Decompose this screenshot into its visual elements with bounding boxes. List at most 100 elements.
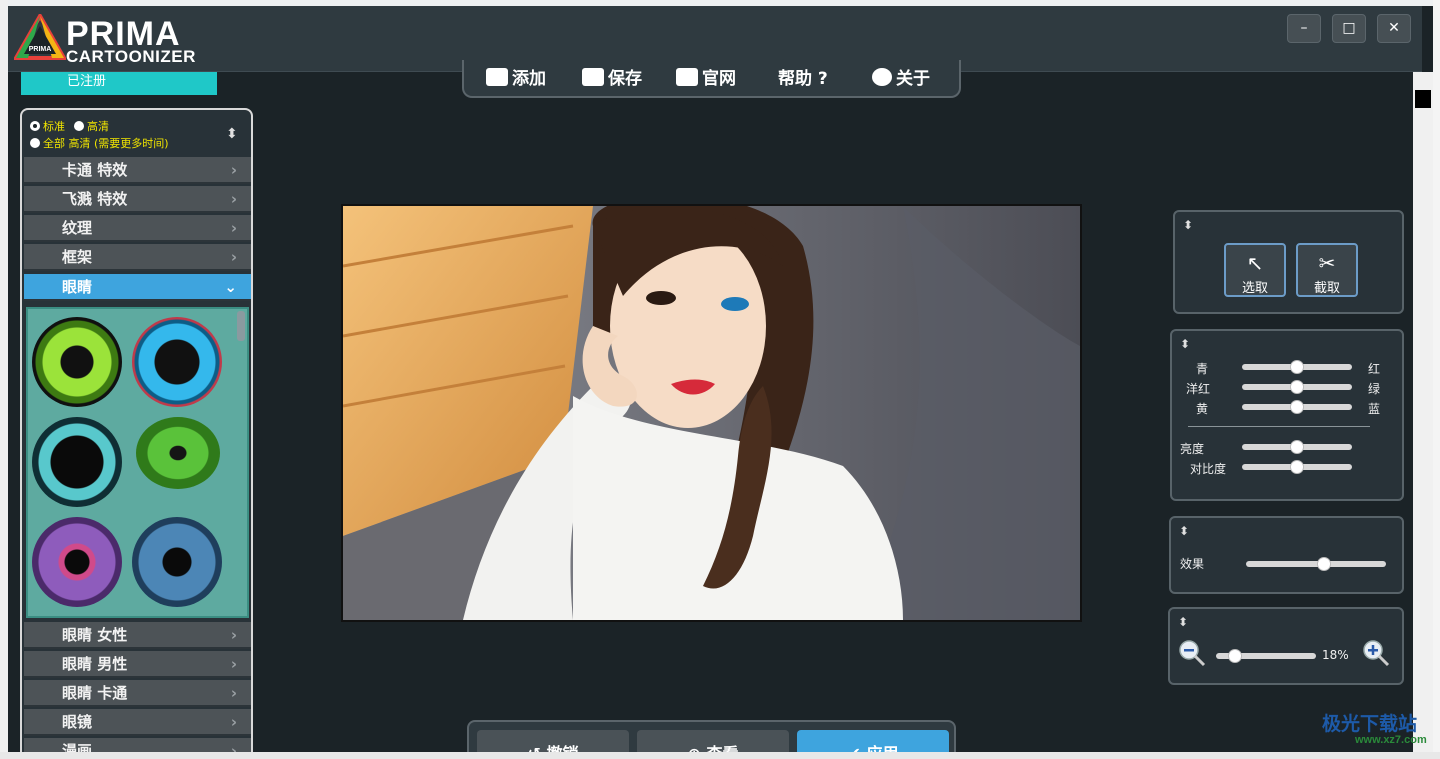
chevron-right-icon: › [230,684,237,702]
cyan-label: 青 [1196,362,1209,376]
quality-all-hd-option[interactable]: 全部 高清 (需要更多时间) [30,135,169,151]
category-eyes[interactable]: 眼睛 ⌄ [24,274,251,301]
quality-hd-option[interactable]: 高清 [74,118,109,134]
category-splash-effects[interactable]: 飞溅 特效 › [24,186,251,213]
category-label: 飞溅 特效 [62,190,128,208]
close-icon: ✕ [1388,20,1400,36]
pin-icon[interactable]: ⬍ [226,126,238,142]
category-female-eyes[interactable]: 眼睛 女性 › [24,622,251,649]
pin-icon[interactable]: ⬍ [1179,524,1189,538]
brightness-slider-knob[interactable] [1290,440,1304,454]
info-icon [872,68,892,86]
quality-all-hd-label: 全部 高清 (需要更多时间) [43,137,169,150]
chevron-down-icon: ⌄ [224,278,237,296]
eye-thumbnail-green-reptile[interactable] [136,417,220,489]
website-label: 官网 [702,69,736,89]
prima-logo-icon: PRIMA [14,14,66,60]
zoom-percent: 18% [1322,648,1349,662]
cyan-red-slider-knob[interactable] [1290,360,1304,374]
effect-slider-knob[interactable] [1317,557,1331,571]
chevron-right-icon: › [230,161,237,179]
quality-standard-option[interactable]: 标准 [30,118,65,134]
eye-thumbnail-green-cat[interactable] [32,317,122,407]
category-label: 眼睛 男性 [62,655,128,673]
save-label: 保存 [608,69,642,89]
yellow-blue-slider-knob[interactable] [1290,400,1304,414]
eye-thumbnail-purple-iris[interactable] [32,517,122,607]
website-icon [676,68,698,86]
category-texture[interactable]: 纹理 › [24,215,251,242]
minimize-icon: – [1300,20,1308,36]
website-button[interactable]: 官网 [676,64,736,89]
eye-thumbnail-blue-glossy[interactable] [132,317,222,407]
about-button[interactable]: 关于 [872,64,930,89]
pin-icon[interactable]: ⬍ [1178,615,1188,629]
brightness-label: 亮度 [1180,442,1205,456]
logo-badge-text: PRIMA [29,46,52,53]
help-button[interactable]: 帮助 ? [778,64,828,89]
blue-label: 蓝 [1368,402,1381,416]
radio-icon [74,121,84,131]
watermark-url: www.xz7.com [1355,734,1427,746]
category-label: 眼睛 卡通 [62,684,128,702]
zoom-slider-knob[interactable] [1228,649,1242,663]
effect-label: 效果 [1180,557,1205,571]
crop-label: 截取 [1313,281,1340,296]
category-male-eyes[interactable]: 眼睛 男性 › [24,651,251,678]
crop-button[interactable]: ✂ 截取 [1296,243,1358,297]
zoom-in-button[interactable] [1362,639,1390,667]
divider [1188,426,1370,427]
window-scrollbar[interactable] [1413,72,1433,752]
registered-label: 已注册 [67,74,107,89]
category-cartoon-effects[interactable]: 卡通 特效 › [24,157,251,184]
cursor-arrow-icon: ↖ [1246,251,1264,275]
category-frame[interactable]: 框架 › [24,244,251,271]
add-image-icon [486,68,508,86]
yellow-label: 黄 [1196,402,1209,416]
chevron-right-icon: › [230,219,237,237]
category-label: 卡通 特效 [62,161,128,179]
image-canvas[interactable] [341,204,1082,622]
quality-standard-label: 标准 [43,120,65,133]
maximize-icon: □ [1342,20,1356,36]
category-glasses[interactable]: 眼镜 › [24,709,251,736]
effect-slider[interactable] [1246,561,1386,567]
green-label: 绿 [1368,382,1381,396]
magenta-green-slider-knob[interactable] [1290,380,1304,394]
chevron-right-icon: › [230,713,237,731]
zoom-in-icon [1363,640,1390,667]
contrast-label: 对比度 [1190,462,1227,476]
eye-grid-scrollbar[interactable] [237,311,245,341]
contrast-slider-knob[interactable] [1290,460,1304,474]
eye-thumbnail-grid [26,307,249,618]
effect-strength-panel: ⬍ 效果 [1169,516,1404,594]
category-cartoon-eyes[interactable]: 眼睛 卡通 › [24,680,251,707]
close-button[interactable]: ✕ [1377,14,1411,43]
zoom-out-button[interactable] [1178,639,1206,667]
magenta-label: 洋红 [1186,382,1211,396]
pin-icon[interactable]: ⬍ [1180,337,1190,351]
effects-panel: 标准 高清 全部 高清 (需要更多时间) ⬍ 卡通 特效 › 飞溅 特效 › 纹理 ›… [20,108,253,759]
selection-panel: ⬍ ↖ 选取 ✂ 截取 [1173,210,1404,314]
crop-icon: ✂ [1318,251,1336,275]
add-button[interactable]: 添加 [486,64,546,89]
scrollbar-thumb[interactable] [1415,90,1431,108]
category-label: 纹理 [62,219,93,237]
minimize-button[interactable]: – [1287,14,1321,43]
red-label: 红 [1368,362,1381,376]
registered-button[interactable]: 已注册 [21,72,217,95]
category-label: 框架 [62,248,93,266]
select-button[interactable]: ↖ 选取 [1224,243,1286,297]
category-label: 眼睛 女性 [62,626,128,644]
radio-icon [30,138,40,148]
pin-icon[interactable]: ⬍ [1183,218,1193,232]
category-label: 眼睛 [62,278,93,296]
save-button[interactable]: 保存 [582,64,642,89]
radio-selected-icon [30,121,40,131]
maximize-button[interactable]: □ [1332,14,1366,43]
eye-thumbnail-teal-dark[interactable] [32,417,122,507]
chevron-right-icon: › [230,248,237,266]
quality-hd-label: 高清 [87,120,109,133]
eye-thumbnail-blue-iris[interactable] [132,517,222,607]
chevron-right-icon: › [230,190,237,208]
